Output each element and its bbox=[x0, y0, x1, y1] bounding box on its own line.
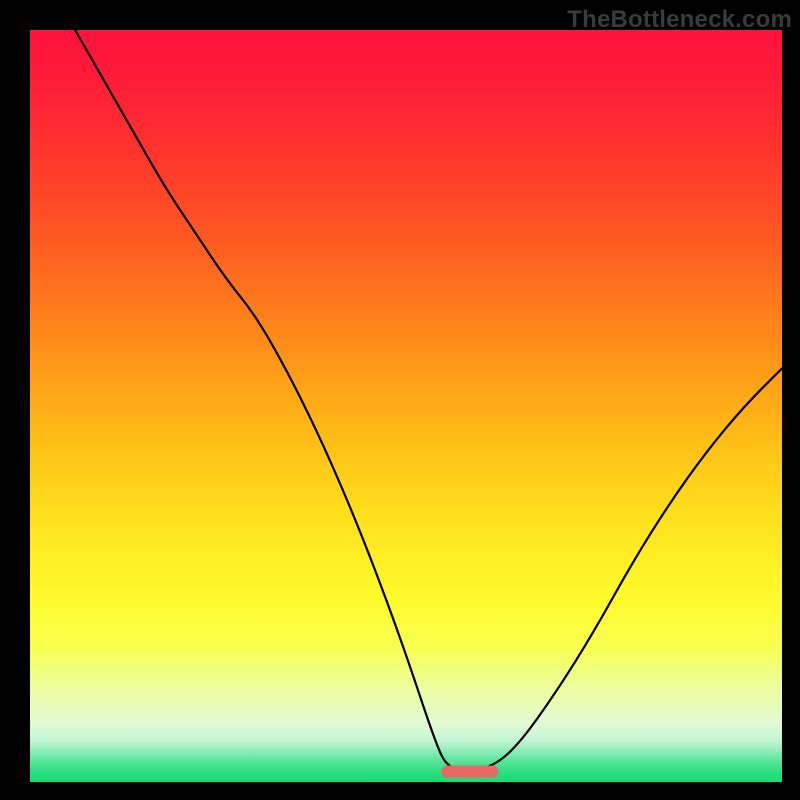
chart-plot bbox=[30, 30, 782, 782]
stage: TheBottleneck.com bbox=[0, 0, 800, 800]
chart-background bbox=[30, 30, 782, 782]
